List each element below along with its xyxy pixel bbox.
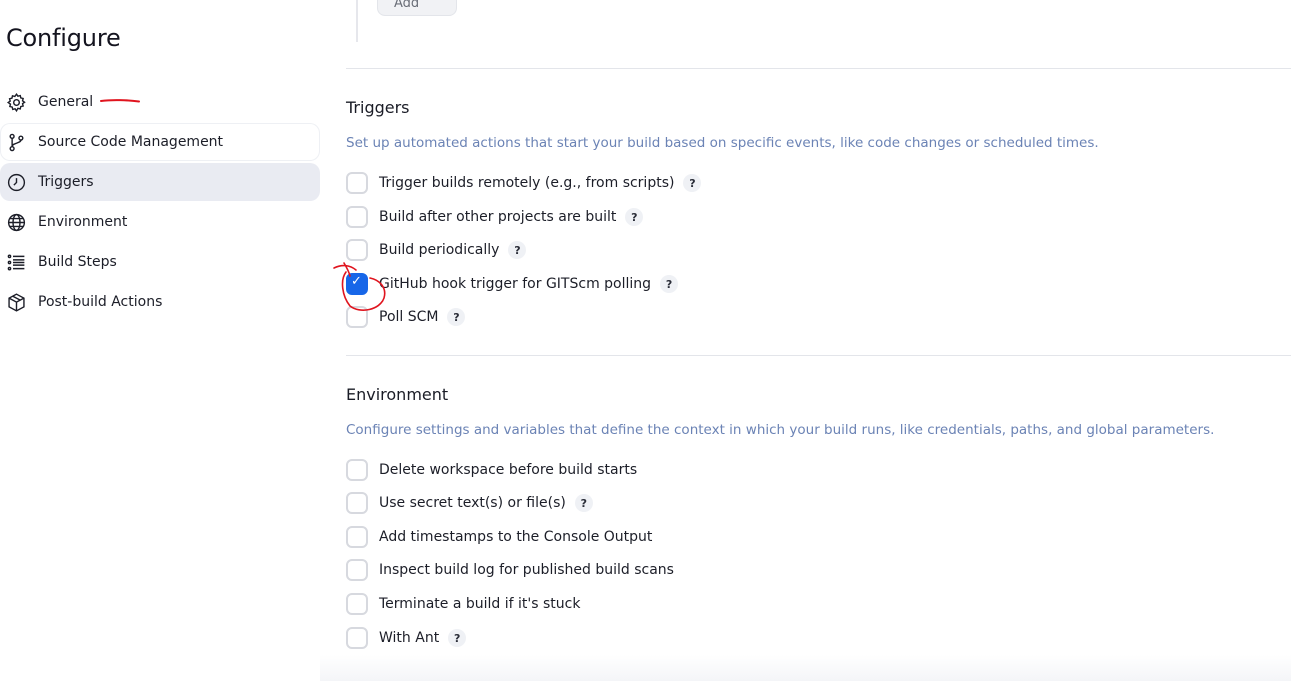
trigger-github-hook-checkbox[interactable] bbox=[346, 273, 368, 295]
option-label: Trigger builds remotely (e.g., from scri… bbox=[379, 175, 675, 191]
help-icon[interactable]: ? bbox=[625, 208, 644, 226]
section-description-triggers: Set up automated actions that start your… bbox=[346, 135, 1099, 151]
section-separator bbox=[346, 68, 1291, 69]
section-title-environment: Environment bbox=[346, 385, 449, 404]
trigger-after-other-checkbox[interactable] bbox=[346, 206, 368, 228]
help-icon[interactable]: ? bbox=[574, 494, 593, 512]
timer-icon bbox=[6, 172, 27, 193]
sidebar-item-environment[interactable]: Environment bbox=[0, 203, 320, 241]
package-icon bbox=[6, 292, 27, 313]
gear-icon bbox=[6, 92, 27, 113]
env-with-ant-checkbox[interactable] bbox=[346, 627, 368, 649]
help-icon[interactable]: ? bbox=[448, 629, 467, 647]
option-label: With Ant bbox=[379, 630, 440, 646]
add-button-label: Add bbox=[394, 0, 420, 11]
help-icon[interactable]: ? bbox=[660, 275, 679, 293]
trigger-remote-checkbox[interactable] bbox=[346, 172, 368, 194]
option-label: Delete workspace before build starts bbox=[379, 462, 638, 478]
option-label: Terminate a build if it's stuck bbox=[379, 596, 581, 612]
env-inspect-build-log-checkbox[interactable] bbox=[346, 559, 368, 581]
env-delete-workspace-checkbox[interactable] bbox=[346, 459, 368, 481]
env-secret-text-checkbox[interactable] bbox=[346, 492, 368, 514]
annotation-underline bbox=[100, 99, 140, 103]
option-label: Build after other projects are built bbox=[379, 209, 617, 225]
sidebar-item-label: Build Steps bbox=[38, 254, 117, 270]
sidebar-item-triggers[interactable]: Triggers bbox=[0, 163, 320, 201]
env-terminate-stuck-checkbox[interactable] bbox=[346, 593, 368, 615]
option-label: Build periodically bbox=[379, 242, 500, 258]
add-button[interactable]: Add bbox=[377, 0, 457, 16]
env-option-delete-workspace: Delete workspace before build starts bbox=[346, 459, 637, 481]
sidebar-item-source-code-management[interactable]: Source Code Management bbox=[0, 123, 320, 161]
trigger-periodically-checkbox[interactable] bbox=[346, 239, 368, 261]
trigger-option-after-other-projects: Build after other projects are built ? bbox=[346, 206, 644, 228]
section-title-triggers: Triggers bbox=[346, 98, 410, 117]
env-option-with-ant: With Ant ? bbox=[346, 627, 467, 649]
sidebar-item-post-build-actions[interactable]: Post-build Actions bbox=[0, 283, 320, 321]
trigger-option-github-hook: GitHub hook trigger for GITScm polling ? bbox=[346, 273, 679, 295]
trigger-poll-scm-checkbox[interactable] bbox=[346, 306, 368, 328]
env-option-inspect-build-log: Inspect build log for published build sc… bbox=[346, 559, 674, 581]
page-title: Configure bbox=[6, 24, 121, 52]
option-label: Add timestamps to the Console Output bbox=[379, 529, 653, 545]
sidebar-item-general[interactable]: General bbox=[0, 83, 320, 121]
env-option-secret-text: Use secret text(s) or file(s) ? bbox=[346, 492, 593, 514]
branch-icon bbox=[6, 132, 27, 153]
trigger-option-remote: Trigger builds remotely (e.g., from scri… bbox=[346, 172, 702, 194]
env-option-timestamps: Add timestamps to the Console Output bbox=[346, 526, 652, 548]
help-icon[interactable]: ? bbox=[508, 241, 527, 259]
option-label: Use secret text(s) or file(s) bbox=[379, 495, 566, 511]
sidebar-item-label: Source Code Management bbox=[38, 134, 224, 150]
option-label: GitHub hook trigger for GITScm polling bbox=[379, 276, 652, 292]
option-label: Inspect build log for published build sc… bbox=[379, 562, 674, 578]
help-icon[interactable]: ? bbox=[447, 308, 466, 326]
sidebar-item-label: Post-build Actions bbox=[38, 294, 163, 310]
section-divider-line bbox=[356, 0, 358, 42]
sidebar-item-label: Environment bbox=[38, 214, 128, 230]
sidebar-item-label: General bbox=[38, 94, 94, 110]
help-icon[interactable]: ? bbox=[683, 174, 702, 192]
sidebar-item-build-steps[interactable]: Build Steps bbox=[0, 243, 320, 281]
list-icon bbox=[6, 252, 27, 273]
option-label: Poll SCM bbox=[379, 309, 439, 325]
env-timestamps-checkbox[interactable] bbox=[346, 526, 368, 548]
globe-icon bbox=[6, 212, 27, 233]
section-separator bbox=[346, 355, 1291, 356]
sidebar: General Source Code Management Triggers … bbox=[0, 83, 320, 323]
trigger-option-periodically: Build periodically ? bbox=[346, 239, 527, 261]
sidebar-item-label: Triggers bbox=[38, 174, 94, 190]
section-description-environment: Configure settings and variables that de… bbox=[346, 422, 1215, 438]
footer-shadow bbox=[320, 655, 1291, 681]
trigger-option-poll-scm: Poll SCM ? bbox=[346, 306, 466, 328]
env-option-terminate-stuck: Terminate a build if it's stuck bbox=[346, 593, 580, 615]
